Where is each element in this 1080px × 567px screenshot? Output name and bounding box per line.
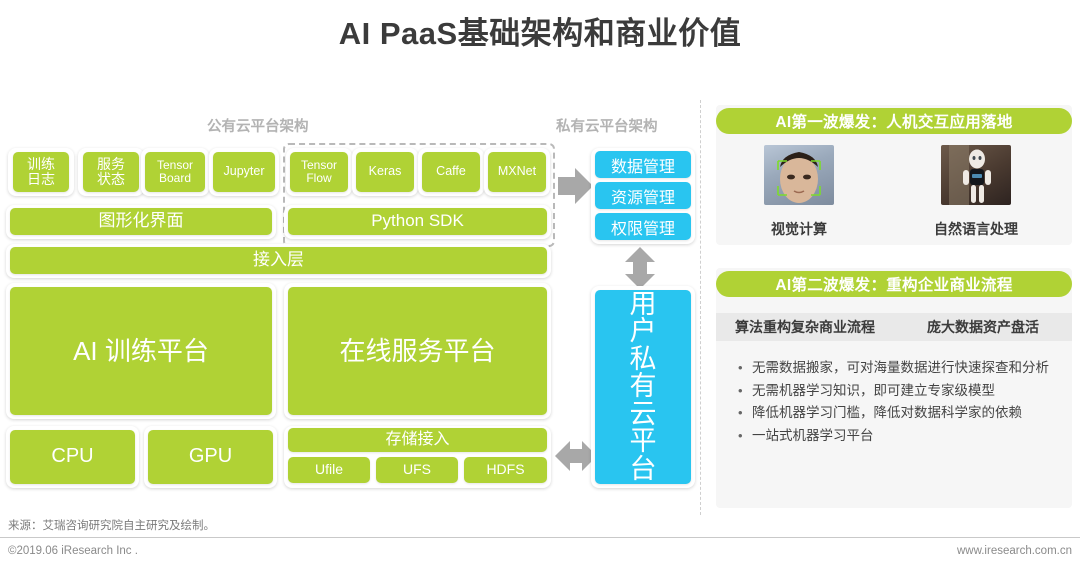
tool-chip-tensorflow[interactable]: Tensor Flow	[290, 152, 348, 192]
tool-chip-label: MXNet	[497, 164, 537, 179]
private-platform-char-6: 台	[629, 453, 657, 484]
tool-chip-service-status[interactable]: 服务 状态	[83, 152, 139, 192]
tool-chip-line-1: Board	[158, 171, 192, 185]
tool-chip-line-1: Flow	[306, 171, 332, 185]
private-module-permission-management[interactable]: 权限管理	[595, 213, 691, 240]
list-item: 一站式机器学习平台	[738, 426, 1080, 447]
storage-chip-ufs[interactable]: UFS	[376, 457, 458, 483]
tool-chip-training-log[interactable]: 训练 日志	[13, 152, 69, 192]
website-url: www.iresearch.com.cn	[956, 545, 1072, 557]
wave2-subhead-0: 算法重构复杂商业流程	[735, 319, 875, 335]
private-module-label: 权限管理	[610, 220, 675, 238]
wave2-bullet-list: 无需数据搬家，可对海量数据进行快速探查和分析 无需机器学习知识，即可建立专家级模…	[726, 358, 1080, 448]
tool-chip-line-0: 训练	[27, 155, 55, 172]
storage-chip-hdfs[interactable]: HDFS	[464, 457, 547, 483]
storage-title-label: 存储接入	[385, 431, 450, 449]
tool-chip-caffe[interactable]: Caffe	[422, 152, 480, 192]
humanoid-robot-photo	[941, 145, 1011, 205]
private-platform-char-1: 户	[629, 316, 657, 347]
footer-divider	[0, 537, 1080, 538]
private-platform-char-3: 有	[629, 371, 657, 402]
interface-label: 图形化界面	[98, 211, 184, 231]
tool-chip-mxnet[interactable]: MXNet	[488, 152, 546, 192]
private-cloud-platform-box[interactable]: 用 户 私 有 云 平 台	[595, 290, 691, 484]
tool-chip-label: Keras	[368, 164, 402, 179]
compute-label: GPU	[188, 445, 233, 468]
platform-online-service-box[interactable]: 在线服务平台	[288, 287, 547, 415]
interface-gui-box[interactable]: 图形化界面	[10, 208, 272, 235]
vertical-divider	[700, 100, 701, 515]
private-cloud-caption: 私有云平台架构	[556, 119, 658, 135]
private-platform-char-0: 用	[629, 288, 657, 319]
platform-ai-training-box[interactable]: AI 训练平台	[10, 287, 272, 415]
private-module-label: 资源管理	[610, 189, 675, 207]
interface-label: Python SDK	[371, 211, 464, 231]
infographic-page: AI PaaS基础架构和商业价值 公有云平台架构 私有云平台架构 训练 日志 服…	[0, 0, 1080, 567]
tool-chip-label: Jupyter	[223, 164, 265, 179]
tool-chip-line-0: 服务	[97, 155, 125, 172]
source-note: 来源：艾瑞咨询研究院自主研究及绘制。	[8, 520, 215, 532]
private-module-resource-management[interactable]: 资源管理	[595, 182, 691, 209]
public-cloud-caption: 公有云平台架构	[207, 119, 309, 135]
copyright-text: ©2019.06 iResearch Inc .	[8, 545, 138, 557]
platform-label: AI 训练平台	[73, 335, 209, 366]
face-detection-photo	[764, 145, 834, 205]
list-item: 降低机器学习门槛，降低对数据科学家的依赖	[738, 403, 1080, 424]
list-item: 无需机器学习知识，即可建立专家级模型	[738, 381, 1080, 402]
tool-chip-label: Caffe	[436, 164, 466, 179]
arrow-vertical-double	[625, 247, 655, 289]
platform-label: 在线服务平台	[339, 335, 496, 366]
storage-chip-label: Ufile	[314, 461, 343, 478]
wave1-caption-0: 视觉计算	[771, 221, 827, 237]
wave1-header: AI第一波爆发：人机交互应用落地	[716, 108, 1072, 134]
storage-chip-label: UFS	[403, 461, 431, 478]
wave2-header: AI第二波爆发：重构企业商业流程	[716, 271, 1072, 297]
page-title: AI PaaS基础架构和商业价值	[338, 16, 742, 51]
tool-chip-line-1: 状态	[97, 171, 125, 187]
wave2-subhead-1: 庞大数据资产盘活	[927, 319, 1039, 335]
access-layer-label: 接入层	[253, 250, 304, 270]
private-platform-char-4: 云	[629, 398, 657, 429]
private-module-data-management[interactable]: 数据管理	[595, 151, 691, 178]
private-platform-char-2: 私	[629, 343, 657, 374]
private-module-label: 数据管理	[610, 158, 675, 176]
list-item: 无需数据搬家，可对海量数据进行快速探查和分析	[738, 358, 1080, 379]
wave1-caption-1: 自然语言处理	[934, 221, 1018, 237]
access-layer-box[interactable]: 接入层	[10, 247, 547, 274]
storage-access-box[interactable]: 存储接入	[288, 428, 547, 452]
tool-chip-tensorboard[interactable]: Tensor Board	[145, 152, 205, 192]
storage-chip-label: HDFS	[486, 461, 525, 478]
compute-cpu-box[interactable]: CPU	[10, 430, 135, 484]
wave2-subheader-row: 算法重构复杂商业流程 庞大数据资产盘活	[716, 313, 1072, 341]
interface-python-sdk-box[interactable]: Python SDK	[288, 208, 547, 235]
storage-chip-ufile[interactable]: Ufile	[288, 457, 370, 483]
tool-chip-line-1: 日志	[27, 171, 55, 187]
tool-chip-jupyter[interactable]: Jupyter	[213, 152, 275, 192]
tool-chip-keras[interactable]: Keras	[356, 152, 414, 192]
private-platform-char-5: 平	[629, 426, 657, 457]
compute-label: CPU	[51, 445, 94, 468]
compute-gpu-box[interactable]: GPU	[148, 430, 273, 484]
arrow-right-to-private-cloud	[558, 168, 593, 204]
